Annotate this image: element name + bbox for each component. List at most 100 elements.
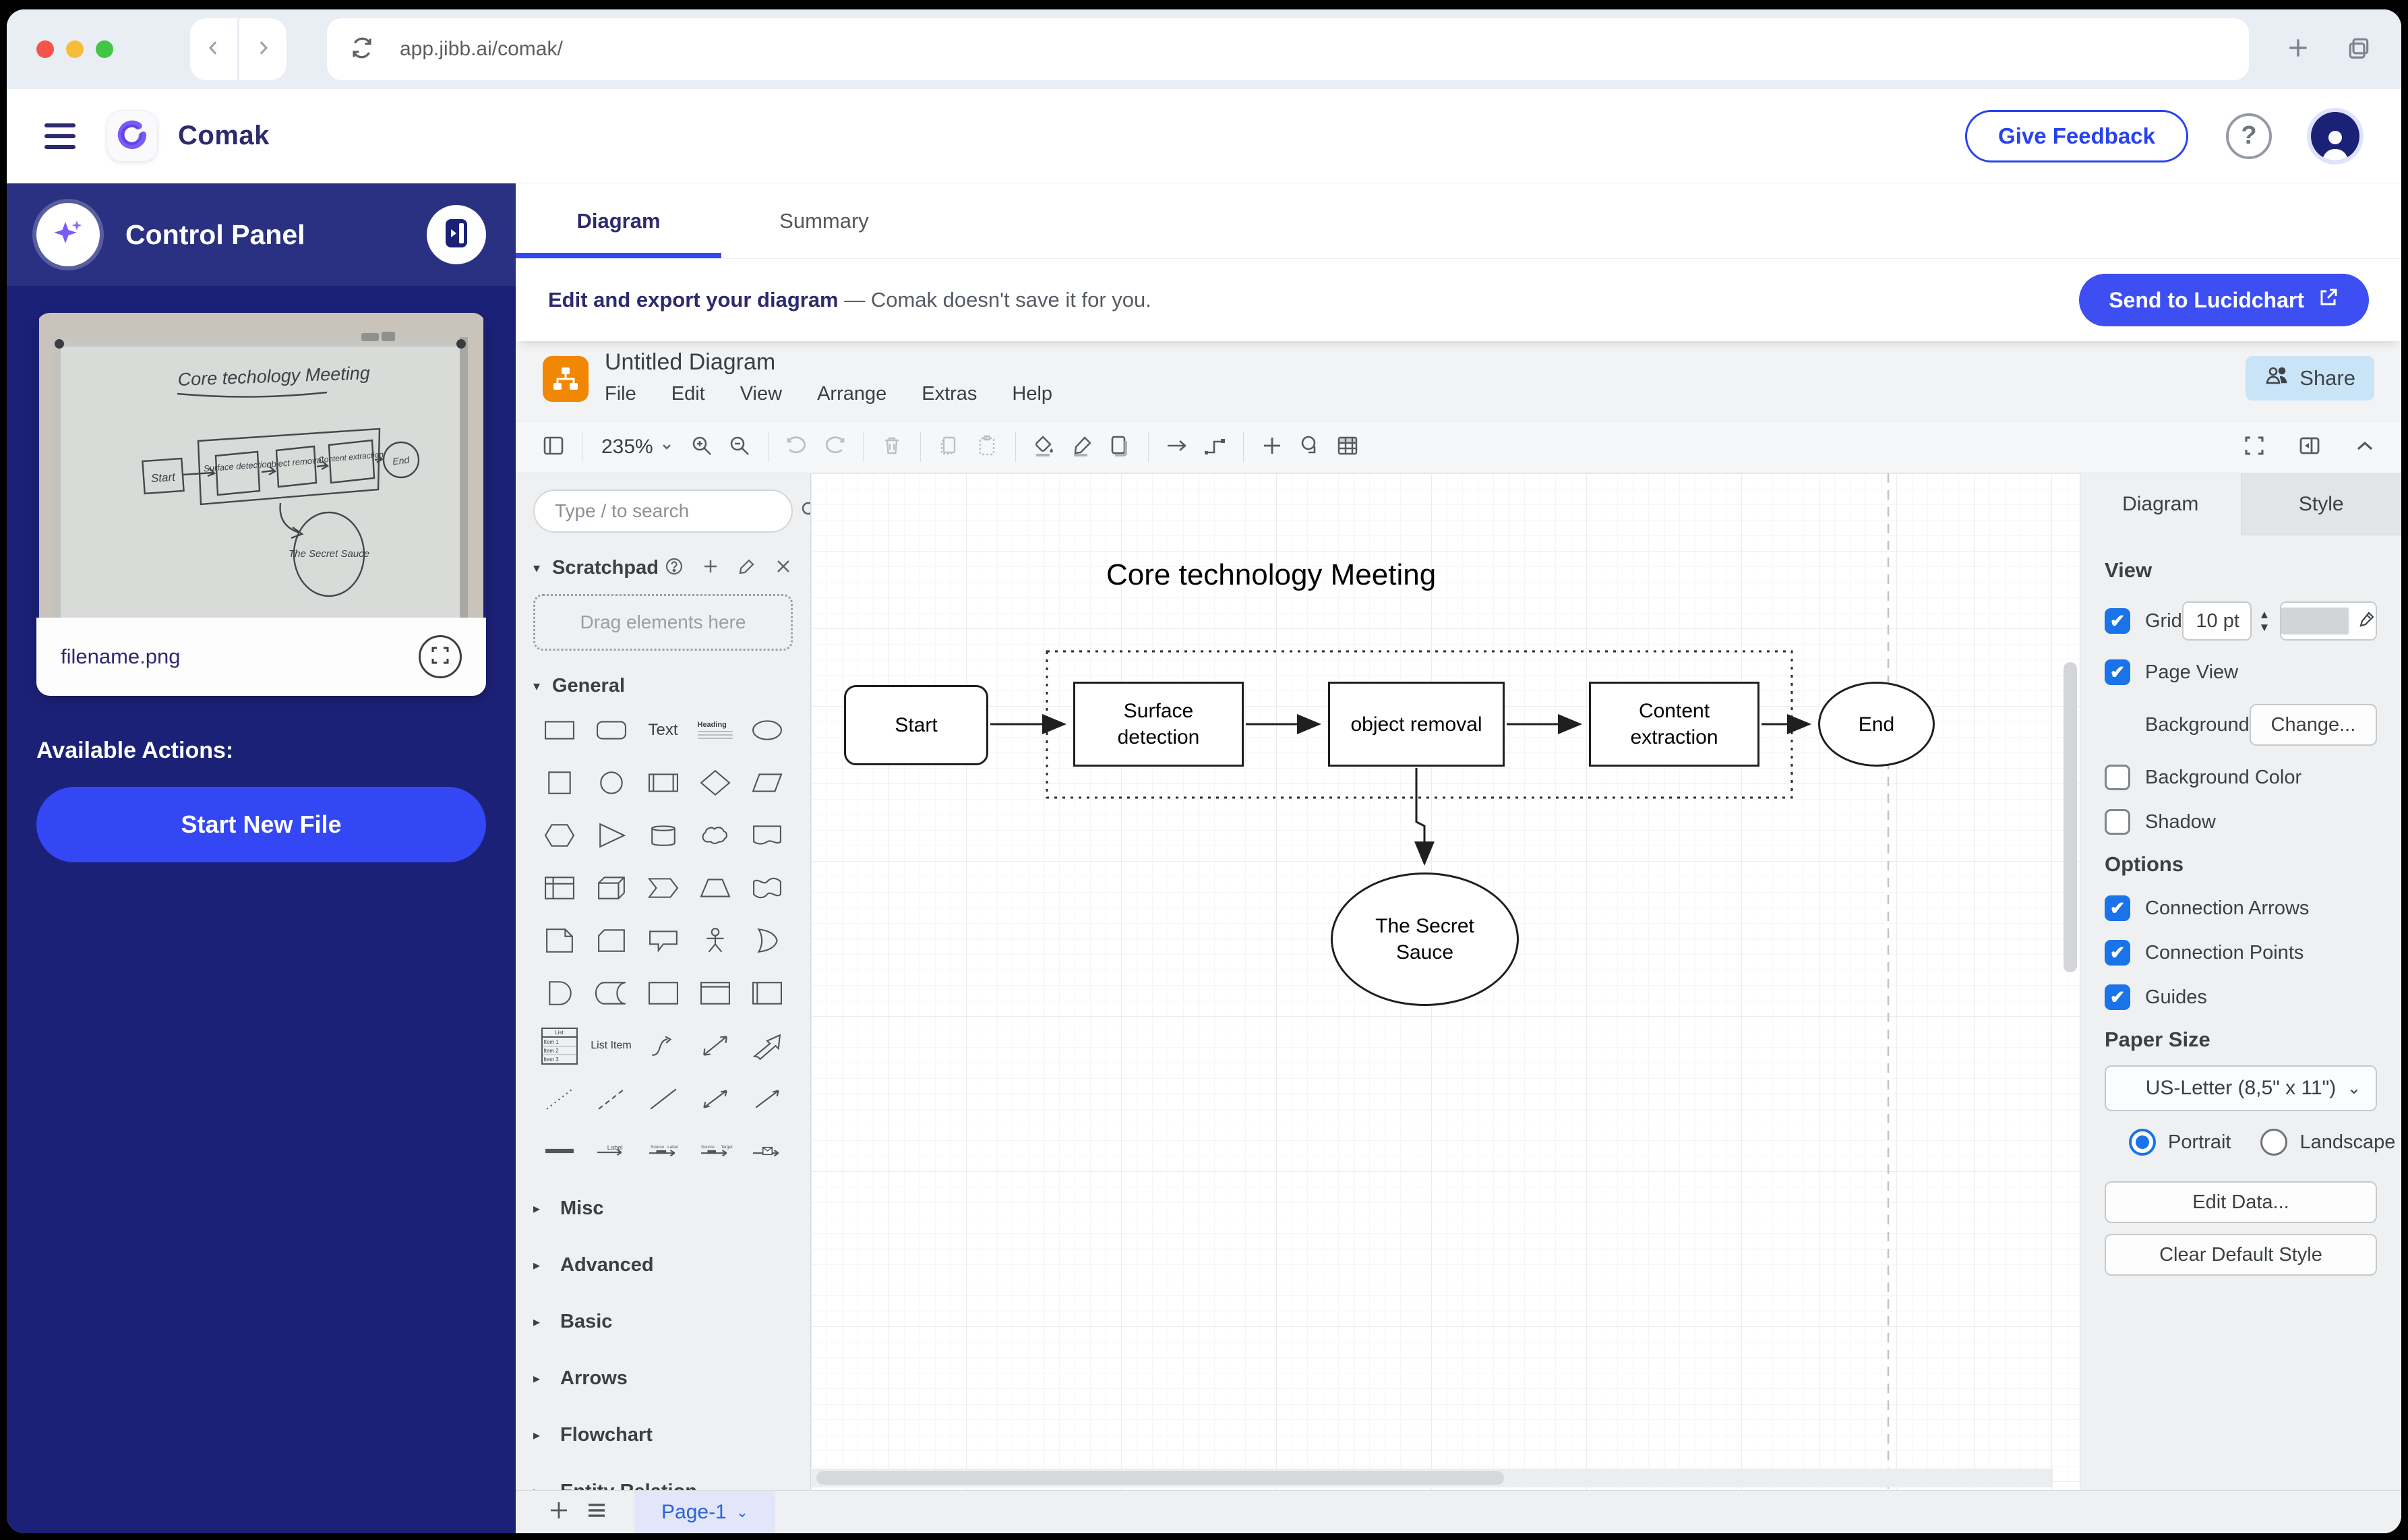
tab-overview-icon[interactable] (2346, 35, 2372, 64)
expand-image-button[interactable] (419, 635, 462, 678)
shape-text-icon[interactable]: Text (637, 707, 689, 754)
window-close-button[interactable] (36, 40, 54, 58)
shape-internal-storage-icon[interactable] (533, 864, 585, 912)
insert-button[interactable] (1253, 428, 1291, 466)
horizontal-scrollbar[interactable] (816, 1471, 1504, 1485)
shape-hexagon-icon[interactable] (533, 812, 585, 859)
scratchpad-help-icon[interactable] (665, 557, 684, 579)
shape-document-icon[interactable] (741, 812, 793, 859)
shape-arrow-icon[interactable] (741, 1022, 793, 1069)
paste-style-button[interactable] (968, 428, 1006, 466)
page-tab[interactable]: Page-1 ⌄ (634, 1491, 775, 1533)
landscape-radio[interactable] (2260, 1129, 2287, 1156)
shape-horizontal-line-icon[interactable] (533, 1127, 585, 1175)
shape-card-icon[interactable] (585, 917, 637, 964)
shape-cube-icon[interactable] (585, 864, 637, 912)
window-minimize-button[interactable] (66, 40, 84, 58)
copy-style-button[interactable] (930, 428, 968, 466)
shape-tape-icon[interactable] (741, 864, 793, 912)
start-new-file-button[interactable]: Start New File (36, 787, 486, 862)
zoom-out-button[interactable] (721, 428, 758, 466)
redo-button[interactable] (816, 428, 853, 466)
address-bar[interactable]: app.jibb.ai/comak/ (327, 18, 2249, 80)
shape-search[interactable] (533, 490, 793, 533)
add-page-button[interactable] (540, 1499, 578, 1525)
give-feedback-button[interactable]: Give Feedback (1965, 110, 2188, 162)
grid-size-input[interactable]: 10 pt (2182, 601, 2252, 641)
back-button[interactable] (190, 18, 237, 80)
grid-color-picker[interactable] (2280, 601, 2377, 641)
clear-default-style-button[interactable]: Clear Default Style (2105, 1234, 2377, 1276)
shape-rectangle-icon[interactable] (533, 707, 585, 754)
tab-style-settings[interactable]: Style (2241, 473, 2402, 535)
menu-file[interactable]: File (605, 383, 636, 405)
fullscreen-icon[interactable] (2242, 434, 2266, 461)
shape-dashed-line-icon[interactable] (585, 1075, 637, 1122)
shape-heading-icon[interactable]: Heading (689, 707, 741, 754)
new-tab-icon[interactable] (2285, 35, 2311, 64)
node-start[interactable]: Start (844, 685, 988, 765)
insert-shape-button[interactable] (1291, 428, 1329, 466)
node-content-extraction[interactable]: Content extraction (1589, 682, 1759, 767)
forward-button[interactable] (239, 18, 287, 80)
diagram-title[interactable]: Untitled Diagram (605, 349, 775, 376)
shape-search-input[interactable] (553, 500, 800, 523)
shape-list-item-icon[interactable]: List Item (585, 1022, 637, 1069)
shape-directional-connector-icon[interactable] (741, 1075, 793, 1122)
reload-icon[interactable] (350, 36, 374, 63)
shape-triangle-icon[interactable] (585, 812, 637, 859)
fill-color-button[interactable] (1025, 428, 1063, 466)
section-basic[interactable]: ▸Basic (533, 1293, 793, 1350)
toggle-format-panel-button[interactable] (535, 428, 572, 466)
shape-container-icon[interactable] (637, 970, 689, 1017)
waypoints-button[interactable] (1196, 428, 1234, 466)
pages-menu-button[interactable] (578, 1499, 615, 1525)
scratchpad-drop-zone[interactable]: Drag elements here (533, 594, 793, 651)
shape-curve-icon[interactable] (637, 1022, 689, 1069)
shape-parallelogram-icon[interactable] (741, 759, 793, 806)
menu-icon[interactable] (44, 123, 76, 149)
insert-table-button[interactable] (1329, 428, 1366, 466)
shape-bidirectional-arrow-icon[interactable] (689, 1022, 741, 1069)
menu-view[interactable]: View (740, 383, 782, 405)
scratchpad-add-icon[interactable] (701, 557, 720, 579)
uploaded-image-card[interactable]: Core techology Meeting (36, 313, 486, 696)
grid-size-stepper[interactable]: ▲▼ (2257, 609, 2272, 633)
diagram-canvas[interactable]: Core technology Meeting (811, 473, 2080, 1490)
share-button[interactable]: Share (2246, 356, 2374, 401)
shape-note-icon[interactable] (533, 917, 585, 964)
chevron-up-icon[interactable] (2353, 434, 2377, 461)
shape-process-icon[interactable] (637, 759, 689, 806)
shape-dotted-line-icon[interactable] (533, 1075, 585, 1122)
scratchpad-edit-icon[interactable] (738, 557, 756, 579)
shape-step-icon[interactable] (637, 864, 689, 912)
stepper-up-icon[interactable]: ▲ (2259, 609, 2270, 620)
shape-trapezoid-icon[interactable] (689, 864, 741, 912)
paper-size-select[interactable]: US-Letter (8,5" x 11") ⌄ (2105, 1065, 2377, 1111)
edit-data-button[interactable]: Edit Data... (2105, 1181, 2377, 1223)
shape-data-storage-icon[interactable] (585, 970, 637, 1017)
tab-diagram-settings[interactable]: Diagram (2080, 473, 2241, 535)
help-icon[interactable]: ? (2226, 113, 2272, 159)
node-end[interactable]: End (1818, 682, 1935, 767)
grid-checkbox[interactable] (2105, 608, 2130, 634)
section-entity-relation[interactable]: ▸Entity Relation (533, 1463, 793, 1490)
delete-button[interactable] (873, 428, 911, 466)
avatar[interactable] (2307, 108, 2364, 165)
shape-or-icon[interactable] (741, 917, 793, 964)
shape-cloud-icon[interactable] (689, 812, 741, 859)
vertical-scrollbar[interactable] (2064, 662, 2077, 972)
section-advanced[interactable]: ▸Advanced (533, 1237, 793, 1293)
shape-cylinder-icon[interactable] (637, 812, 689, 859)
undo-button[interactable] (778, 428, 816, 466)
shape-labeled-arrow-icon[interactable]: SourceLabel (637, 1127, 689, 1175)
connection-points-checkbox[interactable] (2105, 940, 2130, 966)
shape-square-icon[interactable] (533, 759, 585, 806)
collapse-panel-button[interactable] (427, 205, 486, 264)
menu-arrange[interactable]: Arrange (817, 383, 886, 405)
connection-arrows-checkbox[interactable] (2105, 895, 2130, 921)
general-section[interactable]: ▾ General (533, 675, 793, 697)
change-background-button[interactable]: Change... (2250, 704, 2377, 746)
scratchpad-close-icon[interactable] (774, 557, 793, 579)
shadow-checkbox[interactable] (2105, 809, 2130, 835)
